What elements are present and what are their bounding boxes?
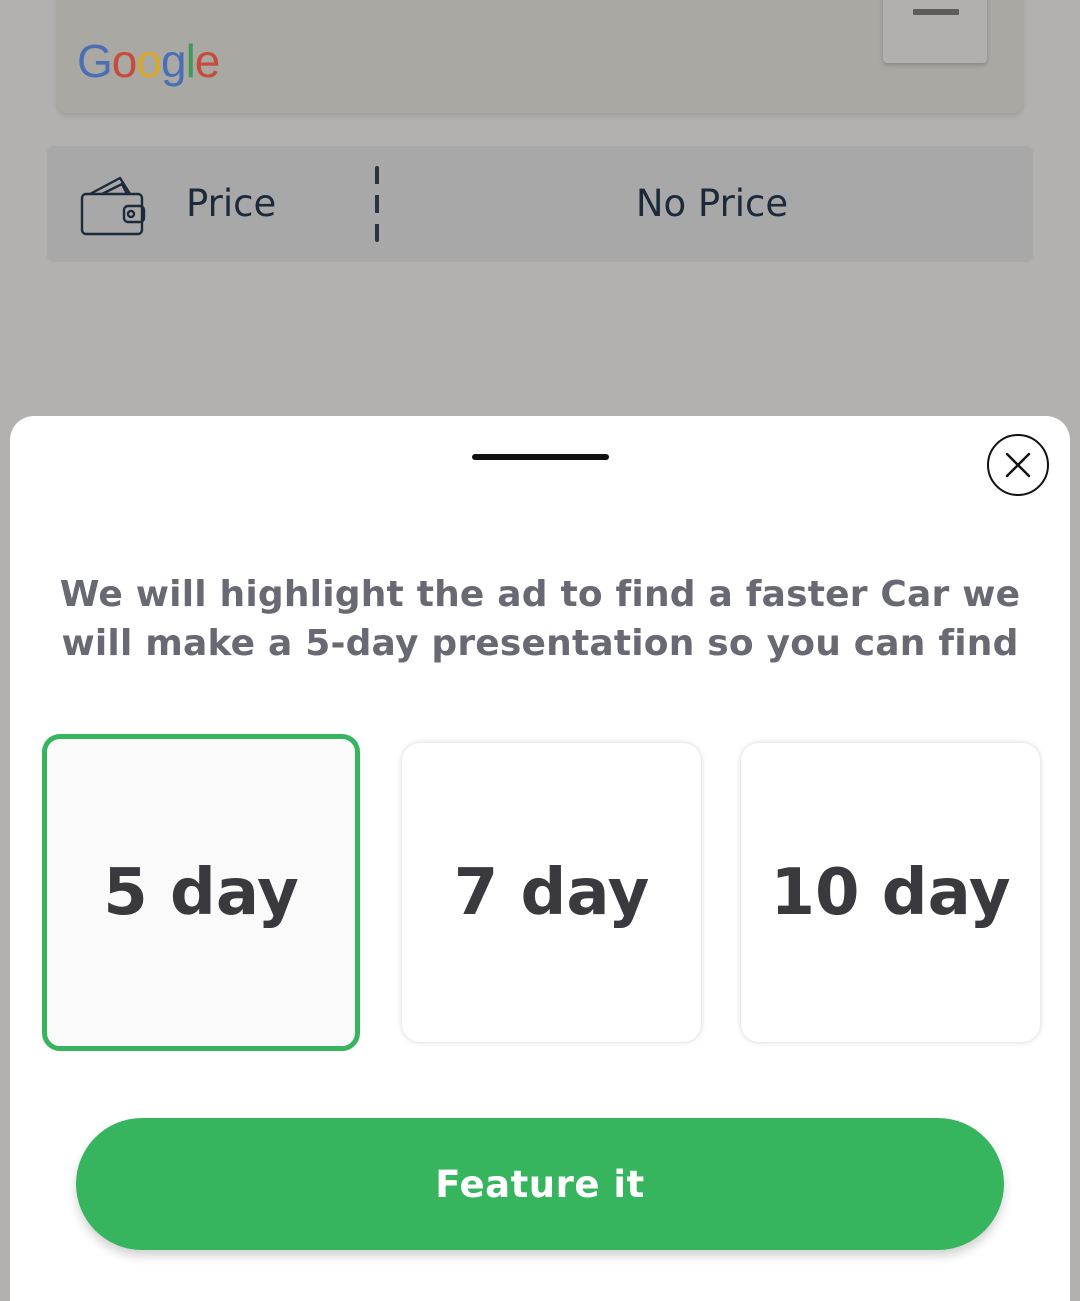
sheet-drag-handle[interactable] bbox=[472, 454, 609, 460]
sheet-description: We will highlight the ad to find a faste… bbox=[59, 574, 1021, 664]
price-label: Price bbox=[186, 182, 277, 225]
feature-it-button[interactable]: Feature it bbox=[76, 1118, 1004, 1250]
price-row: Price No Price bbox=[47, 146, 1033, 262]
minus-icon bbox=[913, 9, 959, 15]
close-button[interactable] bbox=[987, 434, 1049, 496]
price-value: No Price bbox=[635, 182, 789, 225]
duration-option-label: 10 day bbox=[770, 855, 1011, 930]
google-logo: Google bbox=[77, 35, 220, 87]
duration-option-10-day[interactable]: 10 day bbox=[741, 743, 1040, 1042]
duration-option-label: 5 day bbox=[103, 855, 299, 930]
duration-option-7-day[interactable]: 7 day bbox=[402, 743, 701, 1042]
duration-option-5-day[interactable]: 5 day bbox=[42, 734, 360, 1051]
close-icon bbox=[1005, 452, 1031, 478]
feature-bottom-sheet: We will highlight the ad to find a faste… bbox=[10, 416, 1070, 1301]
map-zoom-out-button[interactable] bbox=[883, 0, 987, 63]
duration-option-label: 7 day bbox=[453, 855, 650, 930]
wallet-icon bbox=[80, 176, 146, 236]
map-view: Google bbox=[57, 0, 1023, 113]
